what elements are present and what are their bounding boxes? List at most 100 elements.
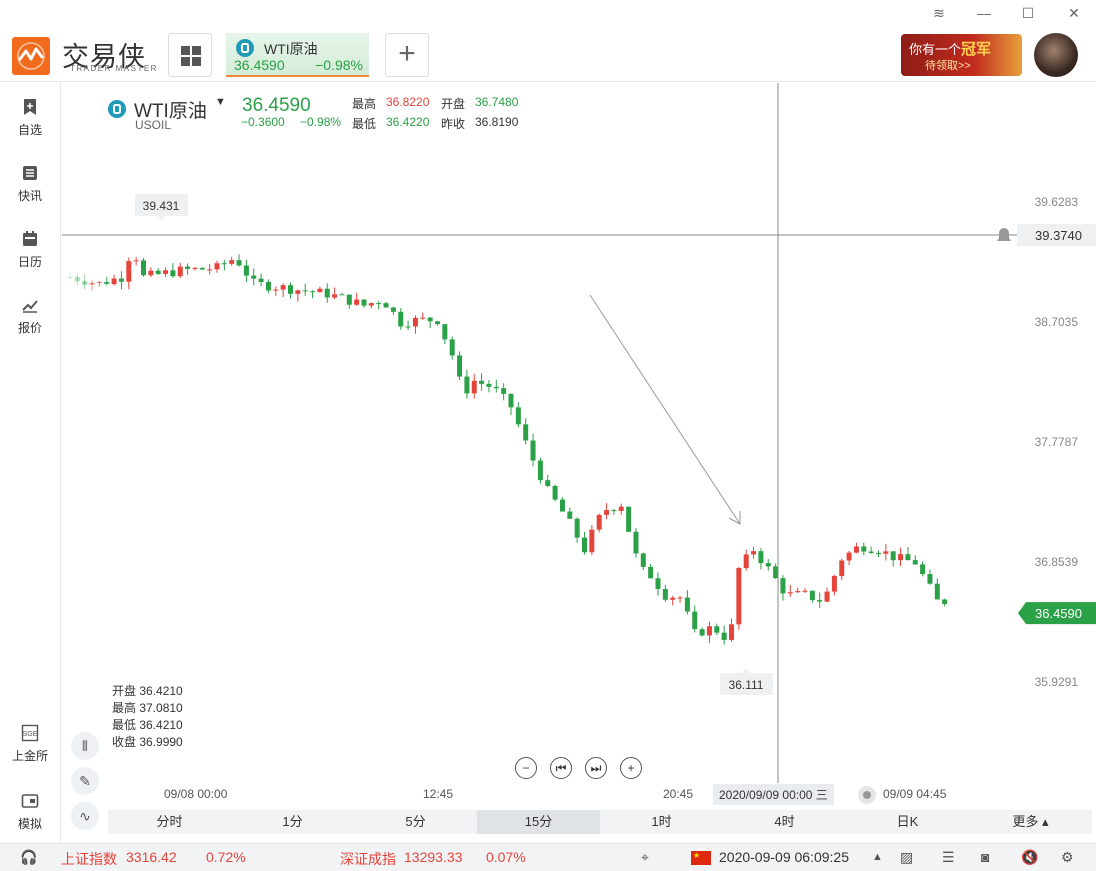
logo-subtext: TRADER MASTER [70,64,158,73]
candle-style-button[interactable]: ⫴ [71,732,99,760]
candle-body [802,590,808,592]
sidebar: 自选 快讯 日历 报价 SGE 上金所 模拟 [0,82,61,843]
candle-body [817,600,823,602]
screen-icon[interactable]: ▨ [900,849,913,866]
candle-body [457,355,463,377]
menu-icon[interactable]: ☰ [942,849,955,866]
candle-body [853,546,859,553]
candle-body [243,265,249,276]
candle-body [582,537,587,553]
candle-body [699,629,705,636]
satellite-icon[interactable]: ⌖ [641,849,649,866]
current-price: 36.4590 [1035,606,1082,621]
indicator-button[interactable]: ∿ [71,802,99,830]
prev-close-value: 36.8190 [475,115,519,129]
candle-body [677,597,683,599]
period-1[interactable]: 1分 [231,810,354,834]
candle-body [751,551,757,555]
title-bar: ≋ — ☐ ✕ 交易侠 TRADER MASTER WTI原油 36.4590 … [0,0,1096,82]
period-6[interactable]: 日K [846,810,969,834]
candle-body [471,380,477,394]
candle-body [604,510,610,515]
camera-icon[interactable]: ◙ [981,849,989,865]
index-name[interactable]: 上证指数 [61,849,117,869]
candle-body [295,290,301,294]
sidebar-item-simulate[interactable]: 模拟 [0,792,60,832]
add-tab-button[interactable]: + [385,33,429,77]
quote-price: 36.4590 [242,95,311,116]
candle-body [155,270,161,274]
sidebar-item-sge[interactable]: SGE 上金所 [0,724,60,764]
y-tick-label: 37.7787 [1035,435,1079,449]
candle-body [787,592,793,594]
candle-body [104,281,110,285]
max-label: 39.431 [143,199,180,213]
draw-tool-button[interactable]: ✎ [71,767,99,795]
minimize-icon[interactable]: — [975,4,993,22]
avatar[interactable] [1034,33,1078,77]
bell-icon[interactable] [997,227,1011,241]
layers-icon[interactable]: ≋ [930,4,948,22]
candle-body [758,551,764,564]
candle-body [398,311,404,327]
sidebar-item-watchlist[interactable]: 自选 [0,98,60,138]
prev-close-label: 昨收 [441,117,466,131]
candle-body [486,383,492,387]
promo-banner[interactable]: 你有一个冠军 待领取>> [901,34,1022,76]
headset-icon[interactable]: 🎧 [20,849,37,866]
candle-body [111,278,117,285]
candle-body [530,440,536,461]
candle-body [221,263,227,265]
sge-icon: SGE [21,724,39,742]
candle-body [141,260,146,276]
candle-body [523,424,529,441]
maximize-icon[interactable]: ☐ [1019,4,1037,22]
grid-layout-button[interactable] [168,33,212,77]
candle-body [876,553,881,555]
close-icon[interactable]: ✕ [1065,4,1083,22]
next-button[interactable]: ⏭ [585,757,607,779]
sidebar-item-news[interactable]: 快讯 [0,164,60,204]
period-2[interactable]: 5分 [354,810,477,834]
candle-body [236,260,242,266]
index-name[interactable]: 深证成指 [340,849,396,869]
candle-body [912,560,918,565]
zoom-out-button[interactable]: − [515,757,537,779]
candle-body [596,514,602,530]
tab-wti[interactable]: WTI原油 36.4590 −0.98% [226,33,369,77]
candle-body [288,285,293,294]
settings-icon[interactable]: ⚙ [1061,849,1074,866]
symbol-icon [236,39,254,57]
dropdown-caret-icon[interactable]: ▼ [215,96,226,108]
candle-body [324,288,330,298]
prev-button[interactable]: ⏮ [550,757,572,779]
candle-body [618,506,624,511]
candle-body [332,294,338,298]
collapse-up-icon[interactable]: ▲ [872,851,883,863]
zoom-in-button[interactable]: + [620,757,642,779]
candle-body [729,624,734,640]
period-4[interactable]: 1时 [600,810,723,834]
record-icon[interactable] [858,786,876,804]
y-tick-label: 38.7035 [1035,315,1079,329]
candle-body [412,317,418,327]
ohlc-open: 开盘 36.4210 [112,684,183,698]
candle-body [133,260,139,262]
period-3[interactable]: 15分 [477,810,600,834]
candlestick-chart[interactable]: 39.6283 38.7035 37.7787 36.8539 35.9291 39.37… [62,83,1096,808]
index-value: 13293.33 [404,849,463,865]
sidebar-item-calendar[interactable]: 日历 [0,230,60,270]
sidebar-item-label: 上金所 [11,749,48,763]
candle-body [390,307,396,312]
period-0[interactable]: 分时 [108,810,231,834]
period-7[interactable]: 更多 ▴ [969,810,1092,834]
candle-body [163,270,169,274]
sidebar-item-quotes[interactable]: 报价 [0,296,60,336]
period-5[interactable]: 4时 [723,810,846,834]
candle-body [706,626,712,636]
period-bar: 分时 1分 5分 15分 1时 4时 日K 更多 ▴ [108,810,1092,834]
promo-cta: 待领取>> [925,60,971,72]
candle-body [670,597,676,600]
mute-icon[interactable]: 🔇 [1021,849,1038,866]
candle-body [214,263,220,270]
